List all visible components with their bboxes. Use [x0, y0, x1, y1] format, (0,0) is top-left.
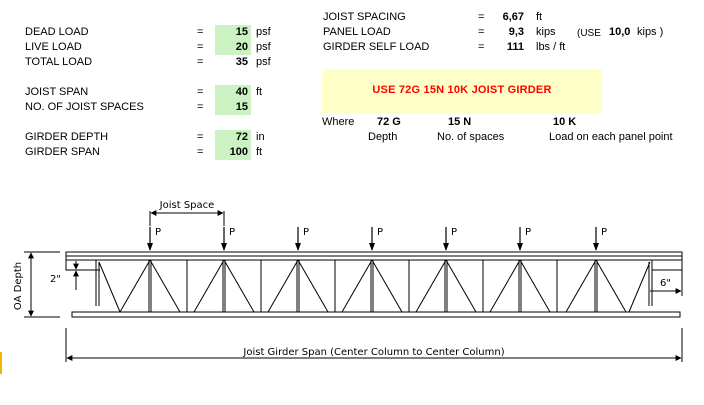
designation-use-text: USE 72G 15N 10K JOIST GIRDER [372, 84, 552, 96]
web-diagonal [297, 259, 329, 313]
load-caption: Load on each panel point [549, 131, 673, 143]
bottom-chord [71, 311, 681, 318]
panel-load-equals: = [478, 26, 485, 38]
dead-load-label: DEAD LOAD [25, 26, 89, 38]
joist-spaces-input[interactable]: 15 [215, 100, 251, 115]
joist-span-input[interactable]: 40 [215, 85, 251, 100]
panel-load-label: P [601, 227, 607, 238]
dead-load-input[interactable]: 15 [215, 25, 251, 40]
web-diagonal [489, 259, 521, 313]
dead-load-unit: psf [256, 26, 271, 38]
spaces-caption: No. of spaces [437, 131, 505, 143]
spaces-code: 15 N [448, 116, 472, 128]
girder-span-equals: = [197, 146, 204, 158]
web-diagonal [371, 259, 403, 313]
girder-depth-input[interactable]: 72 [215, 130, 251, 145]
panel-load-label: P [229, 227, 235, 238]
joist-spacing-label: JOIST SPACING [323, 11, 406, 23]
designation-note: USE 72G 15N 10K JOIST GIRDER [322, 69, 602, 113]
web-diagonal [267, 259, 299, 313]
live-load-label: LIVE LOAD [25, 41, 82, 53]
web-diagonal [149, 259, 181, 313]
panel-loads: PPPPPPP [147, 227, 607, 251]
panel-load-arrow: P [221, 227, 235, 251]
use-load-prefix: (USE [577, 28, 601, 39]
left-edge-marker [0, 352, 2, 374]
total-load-value: 35 [235, 56, 248, 68]
panel-load-label: P [451, 227, 457, 238]
panel-load-label: P [155, 227, 161, 238]
panel-load-unit: kips [536, 26, 556, 38]
joist-space-dimension: Joist Space [149, 200, 225, 226]
web-diagonal [595, 259, 627, 313]
depth-code: 72 G [377, 116, 401, 128]
dead-load-equals: = [197, 26, 204, 38]
girder-span-unit: ft [256, 146, 263, 158]
bearing-label: 6" [660, 278, 671, 289]
web-diagonal [445, 259, 477, 313]
panel-load-arrow: P [295, 227, 309, 251]
girder-self-load-unit: lbs / ft [536, 41, 566, 53]
joist-space-label: Joist Space [159, 200, 215, 211]
web-diagonal [98, 261, 121, 313]
girder-span-label: GIRDER SPAN [25, 146, 100, 158]
load-code: 10 K [553, 116, 577, 128]
joist-span-unit: ft [256, 86, 263, 98]
panel-load-arrow: P [443, 227, 457, 251]
girder-span-dimension-label: Joist Girder Span (Center Column to Cent… [242, 347, 504, 358]
panel-load-arrow: P [147, 227, 161, 251]
web-diagonal [223, 259, 255, 313]
girder-span-dimension: Joist Girder Span (Center Column to Cent… [65, 328, 683, 362]
joist-spaces-label: NO. OF JOIST SPACES [25, 101, 144, 113]
seat-depth-label: 2" [50, 274, 61, 285]
web-diagonal [341, 259, 373, 313]
panel-load-label: P [525, 227, 531, 238]
web-diagonal [193, 259, 225, 313]
where-label: Where [322, 116, 355, 128]
joist-span-label: JOIST SPAN [25, 86, 89, 98]
girder-self-load-value: 111 [506, 41, 524, 53]
girder-self-load-label: GIRDER SELF LOAD [323, 41, 430, 53]
panel-load-label: P [377, 227, 383, 238]
total-load-label: TOTAL LOAD [25, 56, 93, 68]
use-load-value: 10,0 [609, 26, 631, 38]
total-load-unit: psf [256, 56, 271, 68]
joist-spacing-value: 6,67 [502, 11, 524, 23]
web-diagonal [628, 261, 651, 313]
joist-span-equals: = [197, 86, 204, 98]
panel-load-label: P [303, 227, 309, 238]
use-load-unit: kips ) [637, 26, 664, 38]
web-diagonal [119, 259, 151, 313]
web-members [98, 259, 651, 313]
panel-load-arrow: P [593, 227, 607, 251]
girder-self-load-equals: = [478, 41, 485, 53]
girder-depth-label: GIRDER DEPTH [25, 131, 109, 143]
oa-depth-label: OA Depth [13, 262, 24, 310]
web-diagonal [415, 259, 447, 313]
top-chord [65, 251, 683, 261]
left-seat [65, 259, 100, 306]
panel-load-arrow: P [369, 227, 383, 251]
girder-depth-equals: = [197, 131, 204, 143]
girder-depth-unit: in [256, 131, 265, 143]
live-load-unit: psf [256, 41, 271, 53]
joist-spacing-equals: = [478, 11, 485, 23]
web-diagonal [519, 259, 551, 313]
panel-load-value: 9,3 [508, 26, 524, 38]
panel-load-label: PANEL LOAD [323, 26, 391, 38]
joist-spaces-equals: = [197, 101, 204, 113]
total-load-equals: = [197, 56, 204, 68]
live-load-equals: = [197, 41, 204, 53]
girder-span-input[interactable]: 100 [215, 145, 251, 160]
live-load-input[interactable]: 20 [215, 40, 251, 55]
joist-spacing-unit: ft [536, 11, 543, 23]
joist-girder-diagram: Joist Space P P P P P P P OA Depth 2" 6" Joist… [13, 200, 683, 362]
panel-load-arrow: P [517, 227, 531, 251]
web-diagonal [565, 259, 597, 313]
depth-caption: Depth [368, 131, 398, 143]
